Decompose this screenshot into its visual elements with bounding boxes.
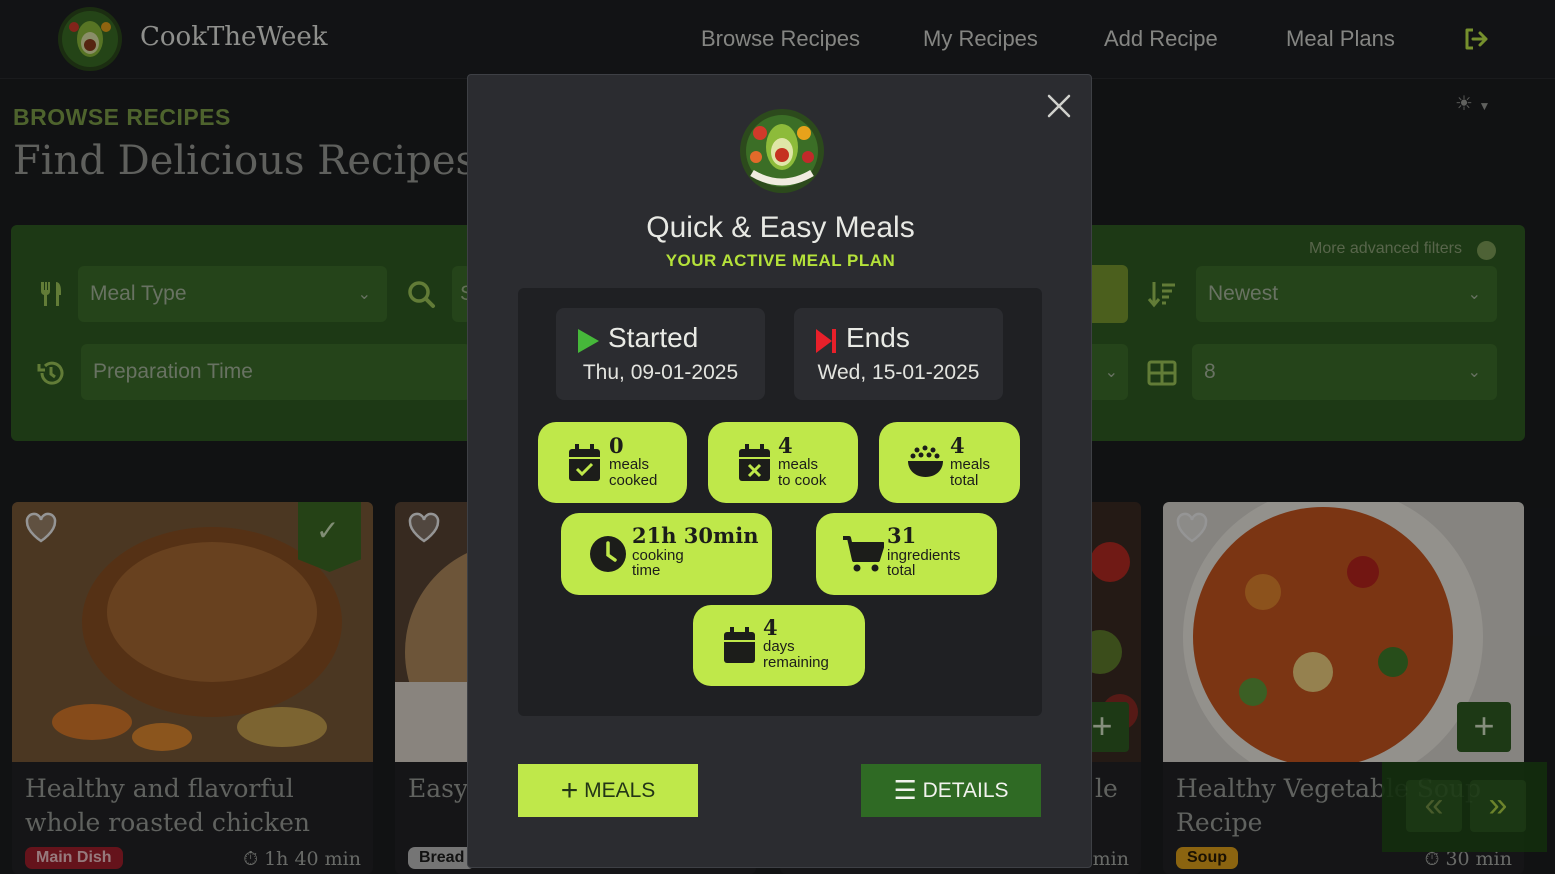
stat-label: to cook — [778, 472, 827, 489]
start-date-box: Started Thu, 09-01-2025 — [556, 308, 765, 400]
stat-cooking-time: 21h 30min cooking time — [561, 513, 772, 595]
stat-label: days — [763, 638, 795, 655]
stat-ingredients-total: 31 ingredients total — [816, 513, 997, 595]
cart-icon — [843, 536, 884, 572]
add-meals-label: MEALS — [584, 778, 656, 802]
bowl-icon — [908, 445, 943, 477]
stat-label: time — [632, 562, 661, 579]
stat-label: meals — [778, 456, 819, 473]
stat-label: remaining — [763, 654, 829, 671]
stat-value: 4 — [763, 615, 778, 640]
page: CookTheWeek Browse Recipes My Recipes Ad… — [0, 0, 1555, 874]
stat-label: total — [950, 472, 979, 489]
stat-meals-cooked: 0 meals cooked — [538, 422, 687, 503]
stat-value: 31 — [887, 523, 917, 548]
end-date: Wed, 15-01-2025 — [817, 361, 980, 384]
start-label: Started — [608, 322, 699, 353]
stat-value: 4 — [778, 433, 793, 458]
stat-label: meals — [609, 456, 650, 473]
stat-label: cooking — [632, 547, 684, 564]
details-label: DETAILS — [922, 779, 1009, 802]
clock-icon — [590, 536, 626, 572]
close-icon[interactable] — [1046, 93, 1072, 119]
add-meals-button[interactable]: + MEALS — [518, 764, 698, 817]
calendar-check-icon — [569, 444, 600, 481]
calendar-x-icon — [739, 444, 770, 481]
stat-label: cooked — [609, 472, 658, 489]
brand-logo — [740, 109, 824, 193]
start-date: Thu, 09-01-2025 — [582, 361, 739, 384]
meal-plan-subtitle: YOUR ACTIVE MEAL PLAN — [665, 251, 896, 270]
stat-days-remaining: 4 days remaining — [693, 605, 865, 686]
end-label: Ends — [846, 322, 910, 353]
list-icon: ☰ — [893, 775, 917, 805]
end-date-box: Ends Wed, 15-01-2025 — [794, 308, 1003, 400]
calendar-icon — [724, 627, 755, 663]
stat-value: 4 — [950, 433, 965, 458]
stat-label: meals — [950, 456, 991, 473]
meal-plan-summary: Started Thu, 09-01-2025 Ends Wed, 15-01-… — [518, 288, 1042, 716]
stat-label: total — [887, 562, 916, 579]
stat-meals-total: 4 meals total — [879, 422, 1020, 503]
details-button[interactable]: ☰ DETAILS — [861, 764, 1041, 817]
meal-plan-modal: Quick & Easy Meals YOUR ACTIVE MEAL PLAN… — [467, 74, 1092, 868]
meal-plan-title: Quick & Easy Meals — [646, 211, 915, 244]
stat-value: 0 — [609, 433, 624, 458]
stat-meals-to-cook: 4 meals to cook — [708, 422, 858, 503]
skip-end-icon — [816, 329, 836, 353]
stat-value: 21h 30min — [632, 523, 759, 548]
stat-label: ingredients — [887, 547, 961, 564]
play-icon — [578, 329, 599, 353]
plus-icon: + — [560, 773, 579, 807]
